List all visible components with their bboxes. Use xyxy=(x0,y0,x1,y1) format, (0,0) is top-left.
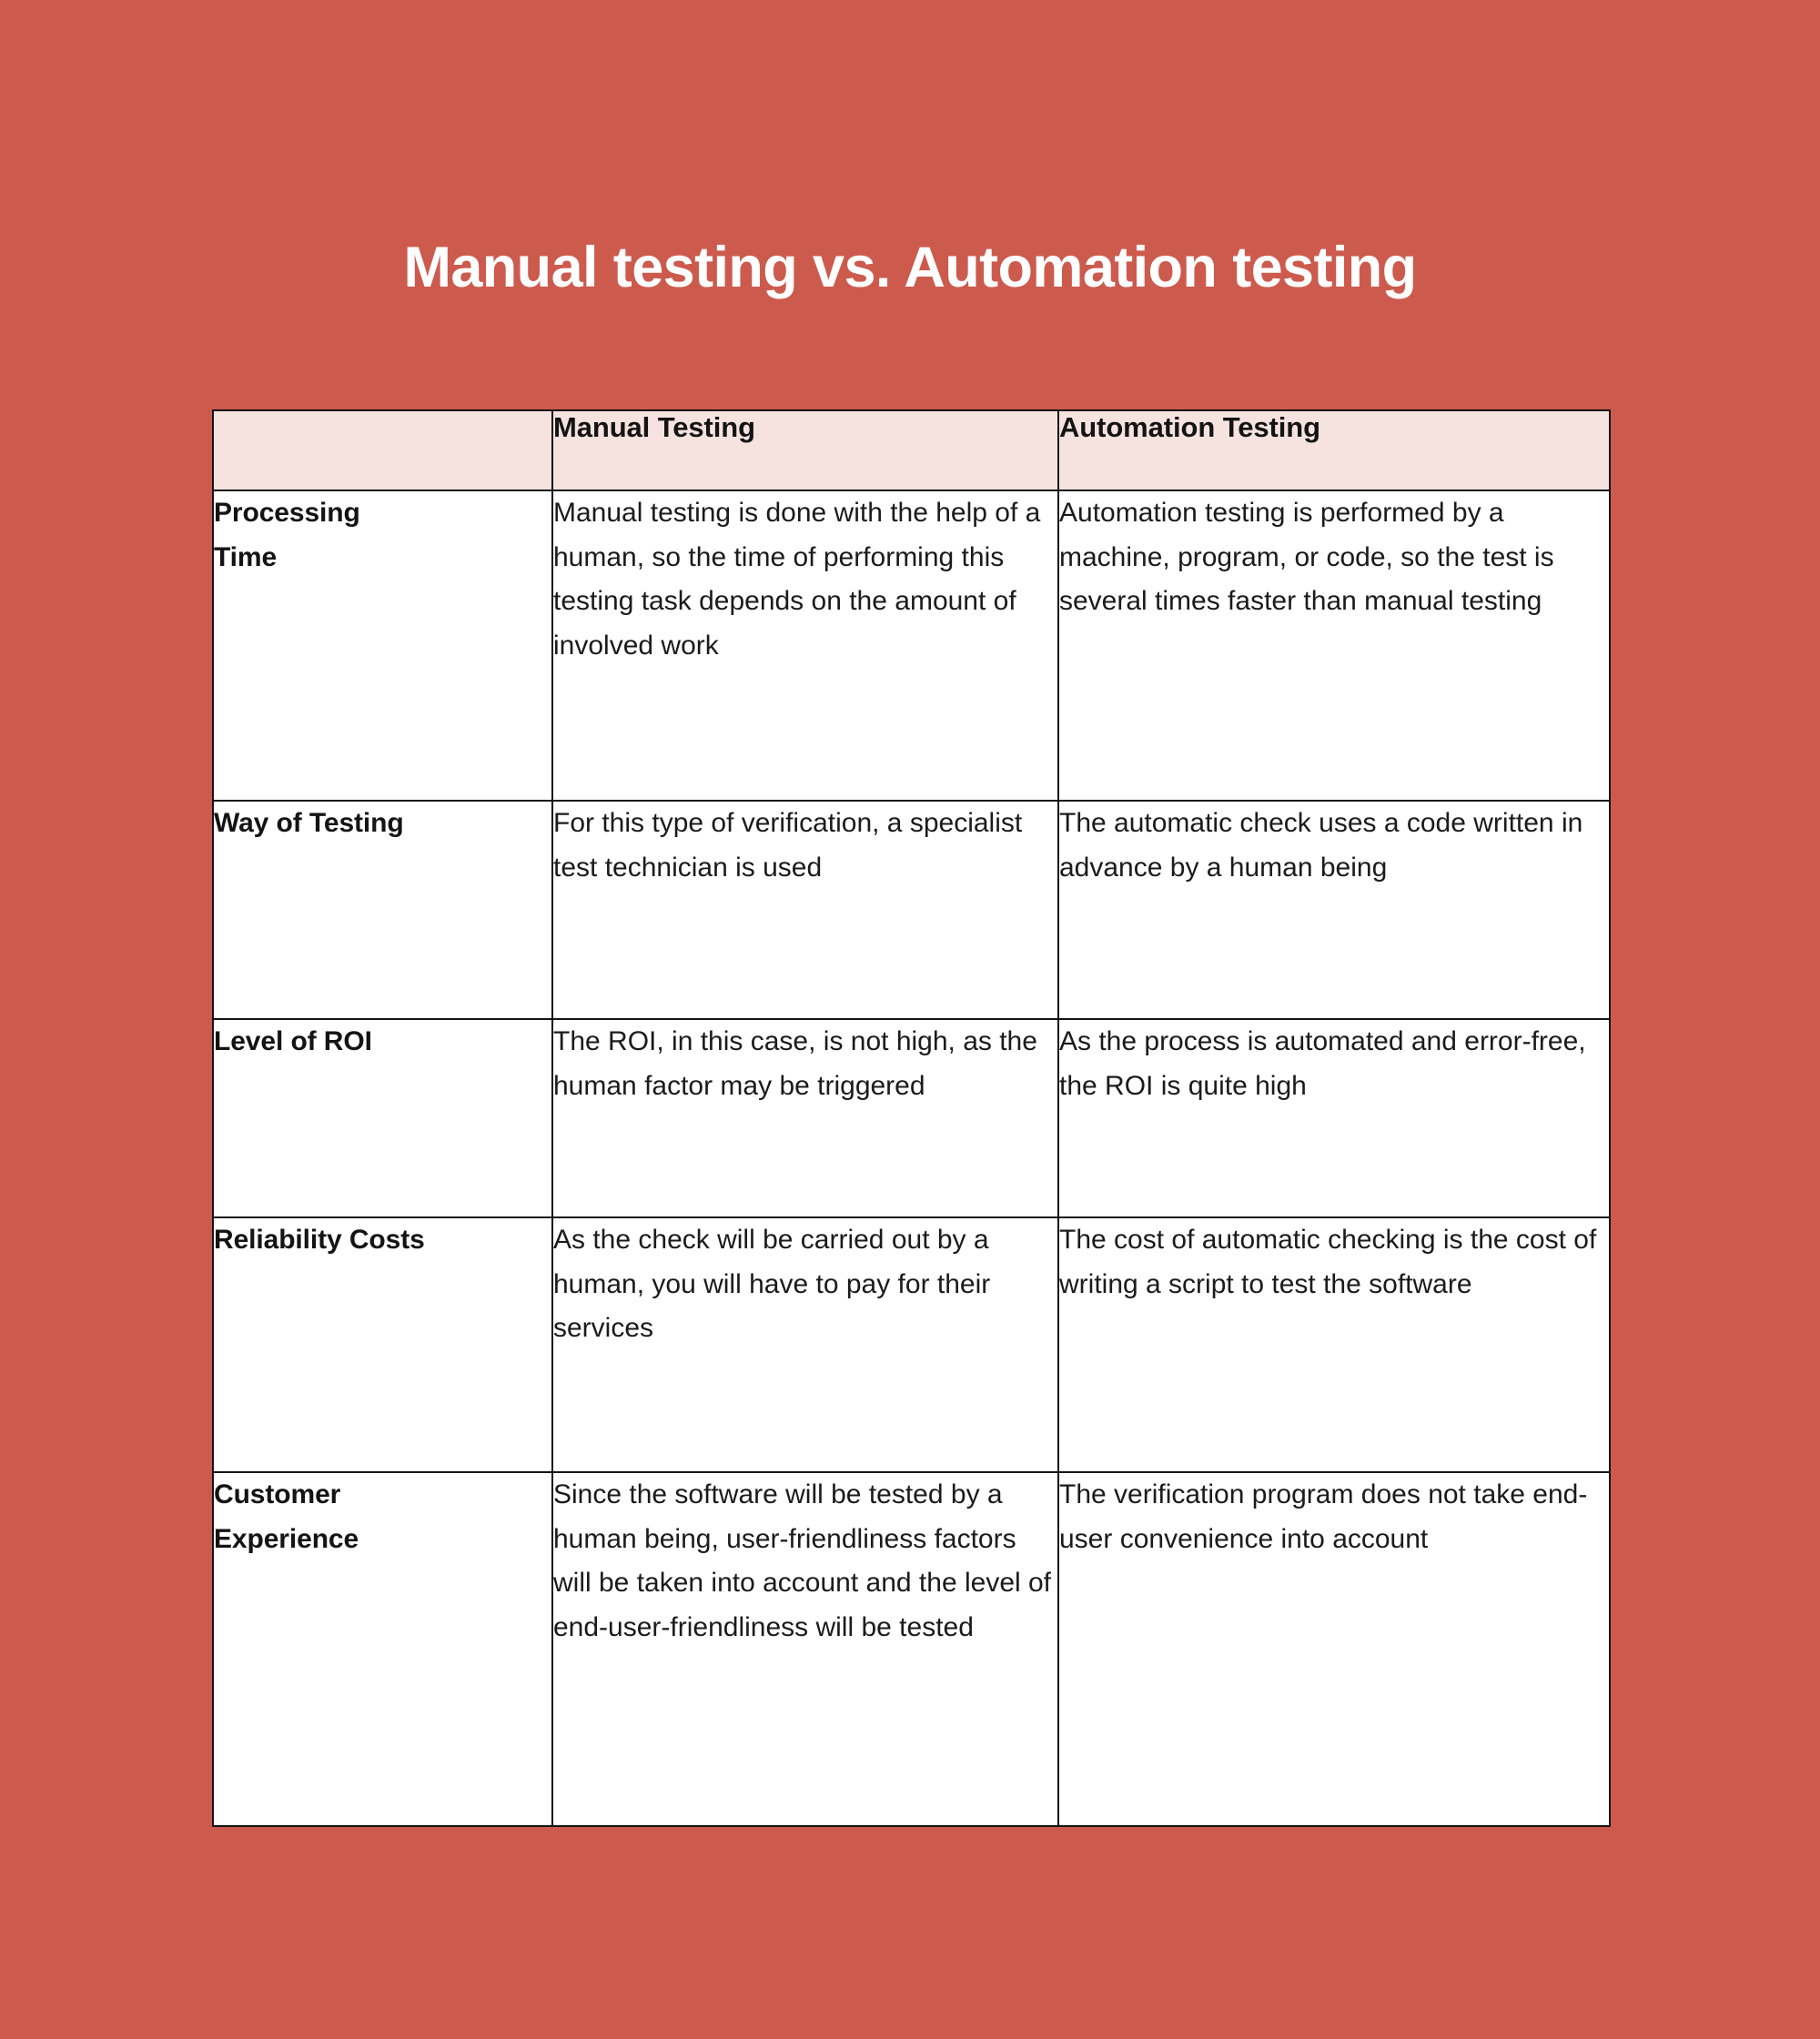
header-cell-criteria xyxy=(212,409,553,491)
table-row: Customer Experience Since the software w… xyxy=(212,1471,1611,1827)
table-row: Reliability Costs As the check will be c… xyxy=(212,1216,1611,1473)
cell-text: As the check will be carried out by a hu… xyxy=(553,1225,991,1344)
row-label-way-of-testing: Way of Testing xyxy=(212,800,553,1020)
cell-text: For this type of verification, a special… xyxy=(553,808,1023,883)
cell-manual-processing-time: Manual testing is done with the help of … xyxy=(551,490,1059,802)
cell-text: Since the software will be tested by a h… xyxy=(553,1479,1052,1642)
table-body: Processing Time Manual testing is done w… xyxy=(212,490,1611,1827)
table-row: Level of ROI The ROI, in this case, is n… xyxy=(212,1018,1611,1218)
table-header: Manual Testing Automation Testing xyxy=(212,409,1611,491)
cell-manual-level-of-roi: The ROI, in this case, is not high, as t… xyxy=(551,1018,1059,1218)
comparison-table-container: Manual Testing Automation Testing Proces… xyxy=(212,409,1611,1827)
table-header-row: Manual Testing Automation Testing xyxy=(212,409,1611,491)
header-cell-automation-testing: Automation Testing xyxy=(1057,409,1611,491)
cell-automation-way-of-testing: The automatic check uses a code written … xyxy=(1057,800,1611,1020)
row-label-reliability-costs: Reliability Costs xyxy=(212,1216,553,1473)
table-row: Way of Testing For this type of verifica… xyxy=(212,800,1611,1020)
row-label-text: Level of ROI xyxy=(214,1026,372,1056)
row-label-level-of-roi: Level of ROI xyxy=(212,1018,553,1218)
cell-manual-reliability-costs: As the check will be carried out by a hu… xyxy=(551,1216,1059,1473)
poster-canvas: Manual testing vs. Automation testing Ma… xyxy=(0,0,1820,2039)
header-cell-manual-testing: Manual Testing xyxy=(551,409,1059,491)
cell-text: The automatic check uses a code written … xyxy=(1059,808,1583,883)
row-label-text: Reliability Costs xyxy=(214,1225,425,1255)
table-row: Processing Time Manual testing is done w… xyxy=(212,490,1611,802)
cell-automation-processing-time: Automation testing is performed by a mac… xyxy=(1057,490,1611,802)
row-label-text: Processing Time xyxy=(214,498,360,572)
row-label-processing-time: Processing Time xyxy=(212,490,553,802)
row-label-text: Customer Experience xyxy=(214,1479,359,1554)
page-title: Manual testing vs. Automation testing xyxy=(403,236,1417,300)
cell-text: As the process is automated and error-fr… xyxy=(1059,1026,1586,1101)
cell-text: The ROI, in this case, is not high, as t… xyxy=(553,1026,1037,1101)
cell-manual-customer-experience: Since the software will be tested by a h… xyxy=(551,1471,1059,1827)
cell-automation-level-of-roi: As the process is automated and error-fr… xyxy=(1057,1018,1611,1218)
cell-manual-way-of-testing: For this type of verification, a special… xyxy=(551,800,1059,1020)
row-label-customer-experience: Customer Experience xyxy=(212,1471,553,1827)
cell-text: The cost of automatic checking is the co… xyxy=(1059,1225,1597,1299)
cell-automation-customer-experience: The verification program does not take e… xyxy=(1057,1471,1611,1827)
row-label-text: Way of Testing xyxy=(214,808,404,838)
cell-text: The verification program does not take e… xyxy=(1059,1479,1588,1554)
cell-text: Manual testing is done with the help of … xyxy=(553,498,1041,661)
cell-automation-reliability-costs: The cost of automatic checking is the co… xyxy=(1057,1216,1611,1473)
cell-text: Automation testing is performed by a mac… xyxy=(1059,498,1554,617)
comparison-table: Manual Testing Automation Testing Proces… xyxy=(212,409,1611,1827)
